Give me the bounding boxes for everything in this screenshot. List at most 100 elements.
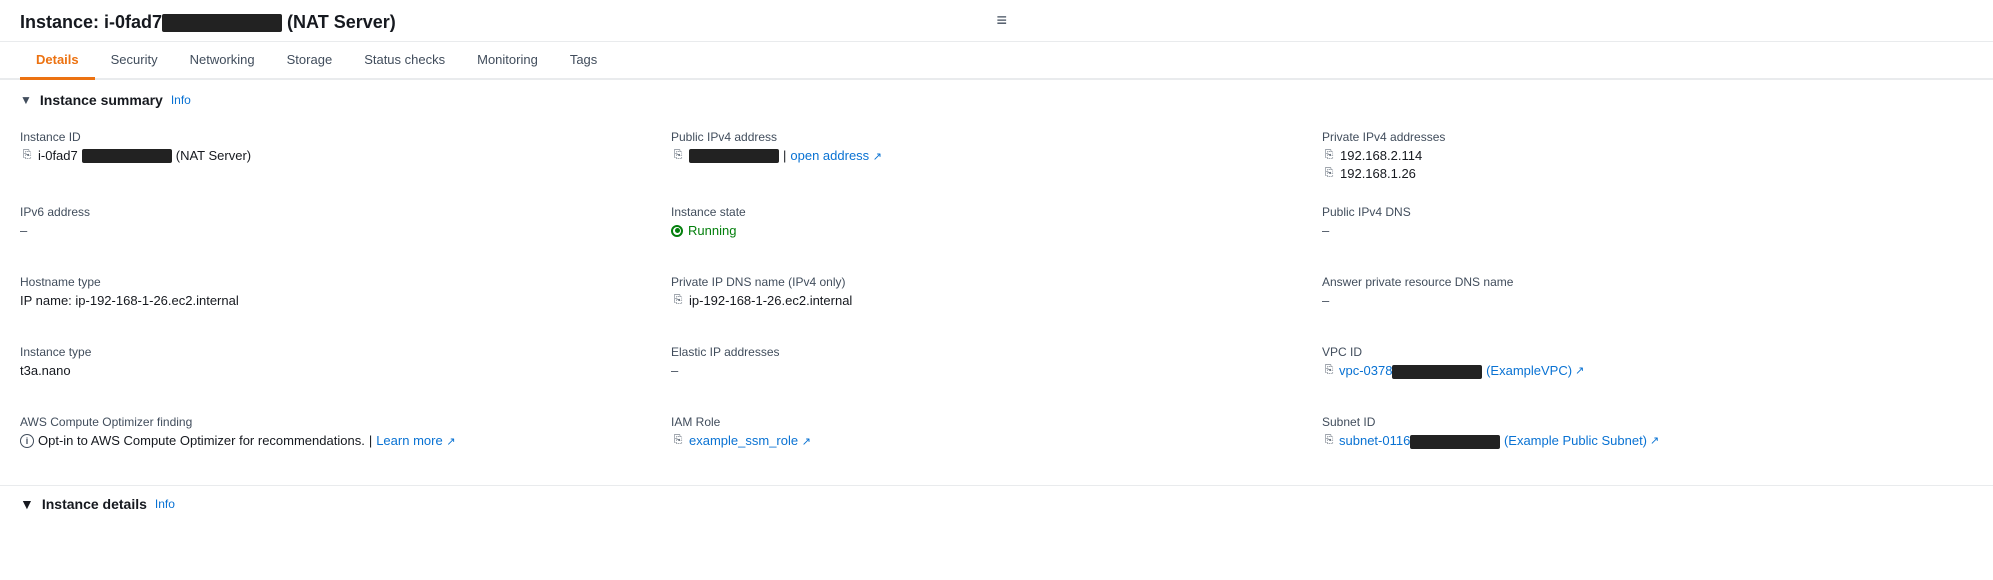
field-private-ip-dns: Private IP DNS name (IPv4 only) ⎘ ip-192… — [671, 267, 1322, 337]
label-ipv6: IPv6 address — [20, 205, 659, 219]
copy-private-dns-icon[interactable]: ⎘ — [671, 294, 685, 308]
value-subnet-id: ⎘ subnet-0116 (Example Public Subnet) ↗ — [1322, 433, 1961, 449]
private-ip-row-2: ⎘ 192.168.1.26 — [1322, 166, 1422, 181]
value-compute-optimizer: i Opt-in to AWS Compute Optimizer for re… — [20, 433, 659, 448]
label-subnet-id: Subnet ID — [1322, 415, 1961, 429]
instance-details-section-header: ▼ Instance details Info — [0, 485, 1993, 522]
value-answer-private-dns: – — [1322, 293, 1961, 308]
ipv6-dash: – — [20, 223, 27, 238]
private-ip-value-2: 192.168.1.26 — [1340, 166, 1416, 181]
copy-subnet-id-icon[interactable]: ⎘ — [1322, 434, 1336, 448]
info-link-details[interactable]: Info — [155, 497, 175, 511]
label-vpc-id: VPC ID — [1322, 345, 1961, 359]
info-link-summary[interactable]: Info — [171, 93, 191, 107]
tab-status-checks[interactable]: Status checks — [348, 42, 461, 80]
label-answer-private-dns: Answer private resource DNS name — [1322, 275, 1961, 289]
instance-name-suffix: (NAT Server) — [282, 12, 396, 32]
private-ip-row-1: ⎘ 192.168.2.114 — [1322, 148, 1422, 163]
elastic-ip-dash: – — [671, 363, 678, 378]
section-header-summary: ▼ Instance summary Info — [20, 92, 1973, 108]
external-link-icon-subnet: ↗ — [1650, 434, 1659, 447]
field-hostname-type: Hostname type IP name: ip-192-168-1-26.e… — [20, 267, 671, 337]
tab-details[interactable]: Details — [20, 42, 95, 80]
value-hostname-type: IP name: ip-192-168-1-26.ec2.internal — [20, 293, 659, 308]
tab-storage[interactable]: Storage — [271, 42, 349, 80]
field-compute-optimizer: AWS Compute Optimizer finding i Opt-in t… — [20, 407, 671, 477]
field-answer-private-dns: Answer private resource DNS name – — [1322, 267, 1973, 337]
tab-monitoring[interactable]: Monitoring — [461, 42, 554, 80]
tabs-bar: Details Security Networking Storage Stat… — [0, 42, 1993, 80]
status-dot-running — [671, 225, 683, 237]
field-private-ipv4-addresses: Private IPv4 addresses ⎘ 192.168.2.114 ⎘… — [1322, 122, 1973, 197]
instance-type-value: t3a.nano — [20, 363, 71, 378]
copy-iam-role-icon[interactable]: ⎘ — [671, 434, 685, 448]
separator: | — [369, 433, 372, 448]
instance-id-value-prefix: i-0fad7 — [38, 148, 78, 163]
copy-private-ip-2-icon[interactable]: ⎘ — [1322, 167, 1336, 181]
subnet-id-link[interactable]: subnet-0116 (Example Public Subnet) — [1339, 433, 1647, 449]
collapse-icon-details[interactable]: ▼ — [20, 496, 34, 512]
tab-tags[interactable]: Tags — [554, 42, 613, 80]
field-instance-id: Instance ID ⎘ i-0fad7 (NAT Server) — [20, 122, 671, 197]
label-private-ipv4-addresses: Private IPv4 addresses — [1322, 130, 1961, 144]
external-link-icon-vpc: ↗ — [1575, 364, 1584, 377]
hamburger-icon[interactable]: ≡ — [997, 10, 1008, 31]
private-ip-value-1: 192.168.2.114 — [1340, 148, 1422, 163]
instance-id-prefix: Instance: i-0fad7 — [20, 12, 162, 32]
copy-public-ipv4-icon[interactable]: ⎘ — [671, 149, 685, 163]
tab-security[interactable]: Security — [95, 42, 174, 80]
value-public-ipv4: ⎘ | open address ↗ — [671, 148, 1310, 163]
instance-summary-section: ▼ Instance summary Info Instance ID ⎘ i-… — [0, 80, 1993, 481]
instance-id-value-suffix: (NAT Server) — [176, 148, 251, 163]
field-instance-type: Instance type t3a.nano — [20, 337, 671, 407]
label-compute-optimizer: AWS Compute Optimizer finding — [20, 415, 659, 429]
compute-optimizer-text: Opt-in to AWS Compute Optimizer for reco… — [38, 433, 365, 448]
external-link-icon-iam: ↗ — [802, 436, 811, 448]
section-label-summary: Instance summary — [40, 92, 163, 108]
value-private-ip-dns: ⎘ ip-192-168-1-26.ec2.internal — [671, 293, 1310, 308]
iam-role-link[interactable]: example_ssm_role ↗ — [689, 433, 811, 448]
value-private-ipv4-addresses: ⎘ 192.168.2.114 ⎘ 192.168.1.26 — [1322, 148, 1961, 181]
field-iam-role: IAM Role ⎘ example_ssm_role ↗ — [671, 407, 1322, 477]
public-ipv4-redacted — [689, 149, 779, 163]
field-instance-state: Instance state Running — [671, 197, 1322, 267]
instance-id-redacted-value — [82, 149, 172, 163]
field-elastic-ip: Elastic IP addresses – — [671, 337, 1322, 407]
fields-grid: Instance ID ⎘ i-0fad7 (NAT Server) Publi… — [20, 122, 1973, 477]
value-ipv6: – — [20, 223, 659, 238]
label-instance-id: Instance ID — [20, 130, 659, 144]
copy-vpc-id-icon[interactable]: ⎘ — [1322, 364, 1336, 378]
collapse-icon[interactable]: ▼ — [20, 93, 32, 107]
public-ipv4-dns-dash: – — [1322, 223, 1329, 238]
answer-private-dns-dash: – — [1322, 293, 1329, 308]
vpc-id-redacted — [1392, 365, 1482, 379]
hostname-type-value: IP name: ip-192-168-1-26.ec2.internal — [20, 293, 239, 308]
field-public-ipv4-dns: Public IPv4 DNS – — [1322, 197, 1973, 267]
field-public-ipv4: Public IPv4 address ⎘ | open address ↗ — [671, 122, 1322, 197]
instance-id-redacted — [162, 14, 282, 32]
compute-optimizer-info-icon: i — [20, 434, 34, 448]
label-elastic-ip: Elastic IP addresses — [671, 345, 1310, 359]
value-instance-state: Running — [671, 223, 1310, 238]
field-vpc-id: VPC ID ⎘ vpc-0378 (ExampleVPC) ↗ — [1322, 337, 1973, 407]
learn-more-link[interactable]: Learn more ↗ — [376, 433, 455, 448]
label-instance-type: Instance type — [20, 345, 659, 359]
field-ipv6: IPv6 address – — [20, 197, 671, 267]
tab-networking[interactable]: Networking — [174, 42, 271, 80]
label-iam-role: IAM Role — [671, 415, 1310, 429]
section-label-details: Instance details — [42, 496, 147, 512]
iam-role-value: example_ssm_role — [689, 433, 798, 448]
value-public-ipv4-dns: – — [1322, 223, 1961, 238]
private-ipv4-list: ⎘ 192.168.2.114 ⎘ 192.168.1.26 — [1322, 148, 1422, 181]
copy-instance-id-icon[interactable]: ⎘ — [20, 149, 34, 163]
label-public-ipv4: Public IPv4 address — [671, 130, 1310, 144]
external-link-icon-public-ipv4: ↗ — [873, 151, 882, 163]
subnet-id-suffix: (Example Public Subnet) — [1500, 433, 1647, 448]
vpc-id-link[interactable]: vpc-0378 (ExampleVPC) — [1339, 363, 1572, 379]
vpc-id-suffix: (ExampleVPC) — [1482, 363, 1572, 378]
copy-private-ip-1-icon[interactable]: ⎘ — [1322, 149, 1336, 163]
label-private-ip-dns: Private IP DNS name (IPv4 only) — [671, 275, 1310, 289]
field-subnet-id: Subnet ID ⎘ subnet-0116 (Example Public … — [1322, 407, 1973, 477]
state-label: Running — [688, 223, 736, 238]
open-address-link[interactable]: open address ↗ — [790, 148, 882, 163]
